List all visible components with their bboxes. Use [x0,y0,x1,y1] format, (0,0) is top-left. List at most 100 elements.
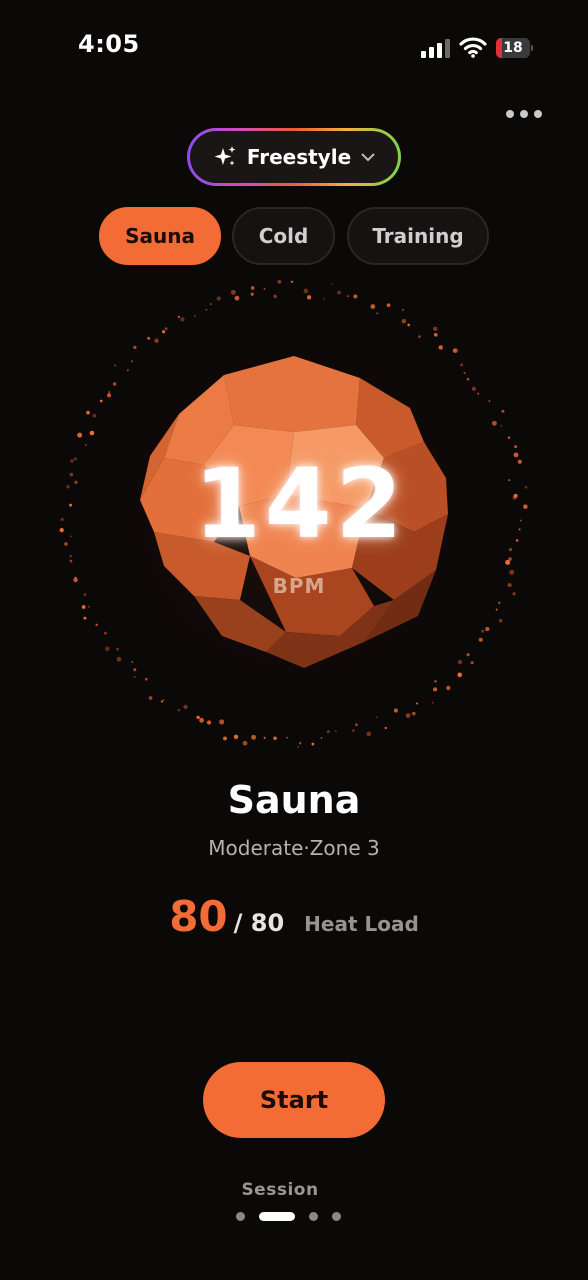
particle [514,445,518,449]
particle [505,559,511,565]
page-dot[interactable] [236,1211,245,1221]
particle [519,519,522,522]
heat-load-value: 80 [169,892,228,941]
particle [88,605,90,608]
particle [290,280,294,284]
more-options-button[interactable] [506,106,546,122]
more-dot-icon [520,110,528,118]
particle [401,308,405,312]
tab-training[interactable]: Training [347,207,489,265]
particle [154,338,159,343]
particle [233,734,239,740]
particle [433,326,438,331]
page-dot[interactable] [332,1211,341,1221]
more-dot-icon [534,110,542,118]
particle [242,740,248,746]
particle [183,704,188,709]
particle [463,371,466,375]
sparkles-icon [214,146,236,166]
particle [466,377,470,381]
particle [433,333,438,337]
particle [148,696,153,700]
particle [116,656,122,662]
particle [250,286,255,290]
particle [83,593,87,596]
particle [446,685,451,691]
particle [478,637,483,642]
particle [353,294,358,299]
particle [66,484,70,489]
particle [250,292,254,296]
particle [273,294,277,299]
particle [370,304,376,309]
particle [407,323,411,327]
particle [491,420,497,426]
particle [69,554,72,558]
particle [355,723,358,727]
particle [251,734,257,740]
particle [69,535,72,538]
mode-label: Freestyle [246,145,352,169]
particle [471,386,476,391]
particle [431,701,434,704]
particle [311,742,315,746]
particle [81,605,86,609]
particle [477,392,480,395]
particle [64,542,68,546]
particle [273,736,277,741]
particle [298,741,302,745]
page-dot[interactable] [259,1211,295,1221]
particle [147,336,151,340]
particle [524,486,528,489]
particle [164,327,168,331]
particle [501,409,505,413]
particle [69,503,73,507]
particle [60,517,64,522]
page-dot[interactable] [309,1211,318,1221]
particle [393,708,398,713]
particle [83,616,87,620]
particle [326,730,330,734]
particle [230,289,236,295]
session-title: Sauna [227,778,361,822]
particle [481,629,485,633]
particle [194,314,196,317]
particle [470,661,474,665]
particle [466,653,470,657]
particle [460,363,464,367]
particle [512,495,517,500]
session-subtitle: Moderate·Zone 3 [0,836,588,860]
particle [107,393,112,398]
particle [347,295,350,298]
particle [433,687,438,692]
particle [277,280,282,284]
particle [69,559,73,563]
particle [513,452,519,458]
particle [523,504,528,509]
tab-sauna[interactable]: Sauna [99,207,221,265]
particle [323,298,325,300]
more-dot-icon [506,110,514,118]
particle [114,364,117,367]
page-indicator[interactable] [236,1211,341,1221]
cellular-signal-icon [421,39,450,58]
particle [384,726,387,730]
start-button[interactable]: Start [203,1062,385,1138]
particle [69,472,74,477]
mode-selector[interactable]: Freestyle [187,128,401,186]
particle [386,303,391,308]
particle [133,675,136,678]
particle [366,731,372,737]
particle [495,608,498,611]
particle [89,430,95,436]
particle [131,360,134,363]
tab-cold[interactable]: Cold [232,207,335,265]
particle [457,659,463,665]
particle [59,527,64,533]
particle [488,400,491,402]
particle [507,436,511,439]
particle [104,631,107,635]
particle [74,576,77,579]
particle [297,746,299,749]
particle [485,626,490,632]
